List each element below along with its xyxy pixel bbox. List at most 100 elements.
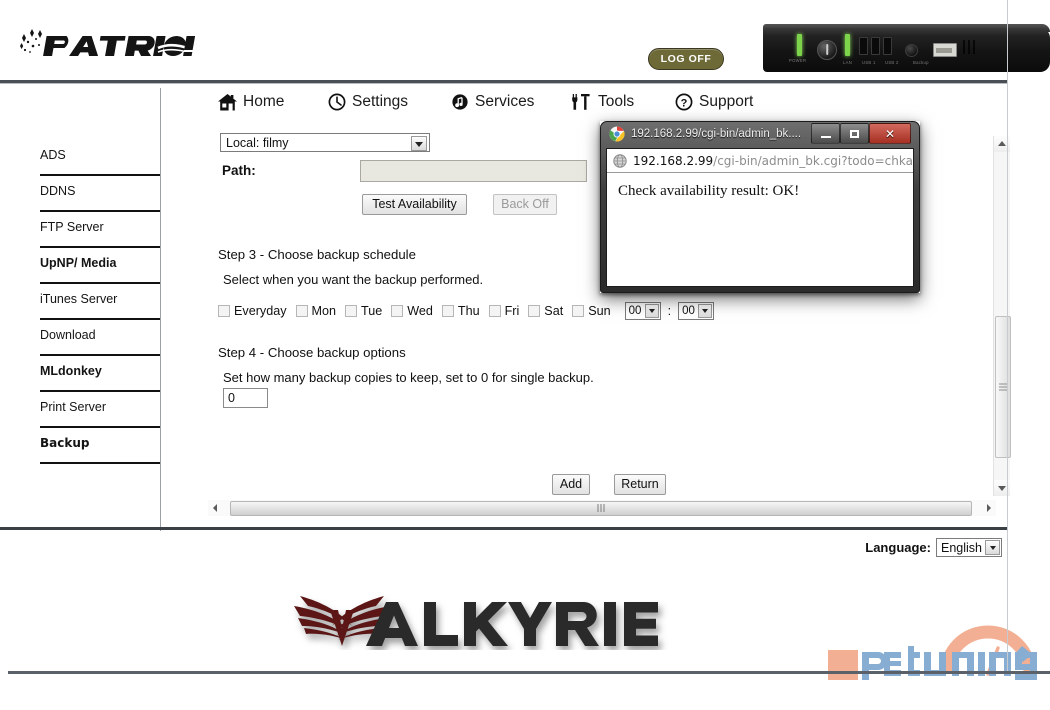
horizontal-scrollbar[interactable]: [208, 500, 996, 516]
path-label: Path:: [222, 163, 256, 178]
day-sat[interactable]: Sat: [528, 304, 563, 318]
sidebar-item-mldonkey[interactable]: MLdonkey: [40, 356, 160, 392]
day-wed-label: Wed: [407, 304, 433, 318]
tab-services[interactable]: Services: [451, 93, 534, 111]
day-fri[interactable]: Fri: [488, 304, 520, 318]
triangle-left-icon: [213, 504, 217, 512]
scroll-right-button[interactable]: [982, 500, 996, 516]
chrome-logo-icon: [609, 126, 625, 142]
page-root: LOG OFF POWER LAN USB 1 USB 2 Backup Hom…: [0, 0, 1050, 710]
language-label: Language:: [865, 540, 931, 555]
backup-source-select[interactable]: Local: filmy: [220, 133, 430, 152]
globe-icon: [613, 153, 627, 168]
language-selector-group: Language: English: [865, 538, 1002, 557]
sidebar-item-print-server[interactable]: Print Server: [40, 392, 160, 428]
triangle-right-icon: [987, 504, 991, 512]
tab-tools-label: Tools: [598, 93, 635, 110]
backup-source-value: Local: filmy: [226, 136, 289, 150]
wrench-hammer-icon: [570, 93, 592, 111]
log-off-button[interactable]: LOG OFF: [648, 48, 724, 70]
sidebar-item-ftp-server[interactable]: FTP Server: [40, 212, 160, 248]
sidebar-menu: ADS DDNS FTP Server UpNP/ Media iTunes S…: [40, 140, 160, 464]
tab-support-label: Support: [699, 93, 754, 110]
scroll-left-button[interactable]: [208, 500, 222, 516]
checkbox-everyday[interactable]: [218, 305, 230, 317]
popup-url-host: 192.168.2.99: [633, 153, 714, 168]
day-mon[interactable]: Mon: [295, 304, 337, 318]
checkbox-thu[interactable]: [441, 305, 454, 317]
sidebar-item-ddns[interactable]: DDNS: [40, 176, 160, 212]
chevron-down-icon[interactable]: [698, 304, 713, 318]
sidebar-item-backup[interactable]: Backup: [40, 428, 160, 464]
add-button[interactable]: Add: [552, 474, 590, 495]
day-sat-label: Sat: [544, 304, 564, 318]
minute-select[interactable]: 00: [678, 302, 715, 320]
hour-value: 00: [628, 305, 642, 317]
popup-url: 192.168.2.99/cgi-bin/admin_bk.cgi?todo=c…: [633, 154, 913, 168]
sidebar-item-itunes-server[interactable]: iTunes Server: [40, 284, 160, 320]
tab-home[interactable]: Home: [218, 93, 284, 111]
day-everyday-label: Everyday: [234, 304, 287, 318]
horizontal-scrollbar-thumb[interactable]: [230, 501, 972, 516]
sidebar-item-download[interactable]: Download: [40, 320, 160, 356]
popup-close-button[interactable]: ✕: [869, 123, 911, 144]
schedule-days-row: Everyday Mon Tue Wed Thu Fri Sat Sun 00 …: [218, 302, 715, 320]
chevron-down-icon[interactable]: [411, 136, 427, 151]
checkbox-wed[interactable]: [391, 305, 404, 317]
footer-divider: [0, 527, 1008, 530]
checkbox-tue[interactable]: [345, 305, 357, 317]
tab-settings-label: Settings: [352, 93, 409, 110]
day-thu[interactable]: Thu: [441, 304, 480, 318]
day-tue[interactable]: Tue: [345, 304, 382, 318]
return-button[interactable]: Return: [614, 474, 666, 495]
popup-address-bar[interactable]: 192.168.2.99/cgi-bin/admin_bk.cgi?todo=c…: [607, 149, 913, 173]
sidebar-item-ads[interactable]: ADS: [40, 140, 160, 176]
chrome-popup-window[interactable]: 192.168.2.99/cgi-bin/admin_bk.... ✕ 192.…: [600, 121, 920, 293]
hour-select[interactable]: 00: [624, 302, 661, 320]
test-availability-button[interactable]: Test Availability: [362, 194, 467, 215]
popup-minimize-button[interactable]: [811, 123, 840, 144]
backup-copies-input[interactable]: 0: [223, 388, 268, 408]
chevron-down-icon[interactable]: [644, 304, 659, 318]
step4-title: Step 4 - Choose backup options: [218, 345, 406, 360]
chevron-down-icon[interactable]: [985, 540, 1000, 555]
path-input[interactable]: [360, 160, 587, 182]
sidebar-item-upnp-media[interactable]: UpNP/ Media: [40, 248, 160, 284]
tab-tools[interactable]: Tools: [570, 93, 634, 111]
sidebar-divider: [160, 88, 161, 531]
language-value: English: [941, 541, 982, 555]
step3-subtitle: Select when you want the backup performe…: [223, 272, 484, 287]
day-sun[interactable]: Sun: [572, 304, 611, 318]
day-fri-label: Fri: [504, 304, 520, 318]
tab-settings[interactable]: Settings: [328, 93, 408, 111]
minute-value: 00: [682, 305, 695, 317]
question-mark-icon: ?: [675, 93, 693, 111]
day-sun-label: Sun: [588, 304, 611, 318]
day-mon-label: Mon: [311, 304, 337, 318]
checkbox-mon[interactable]: [295, 305, 308, 317]
page-right-edge: [1007, 0, 1008, 671]
valkyrie-logo: [292, 588, 692, 650]
language-select[interactable]: English: [936, 538, 1002, 557]
scrollbar-grip-icon: [597, 500, 606, 518]
day-wed[interactable]: Wed: [391, 304, 433, 318]
tab-home-label: Home: [243, 93, 285, 110]
svg-text:?: ?: [681, 97, 688, 109]
checkbox-fri[interactable]: [488, 305, 501, 317]
time-separator: :: [667, 304, 672, 318]
pctuning-watermark: [818, 612, 1043, 692]
checkbox-sat[interactable]: [528, 305, 541, 317]
checkbox-sun[interactable]: [572, 305, 585, 317]
popup-title-bar[interactable]: 192.168.2.99/cgi-bin/admin_bk.... ✕: [600, 121, 920, 148]
close-icon: ✕: [884, 126, 896, 141]
popup-result-message: Check availability result: OK!: [618, 183, 800, 199]
vertical-scrollbar-thumb[interactable]: [995, 316, 1011, 458]
clock-icon: [328, 93, 346, 111]
minimize-icon: [820, 135, 831, 138]
day-thu-label: Thu: [457, 304, 480, 318]
popup-maximize-button[interactable]: [840, 123, 869, 144]
step4-subtitle: Set how many backup copies to keep, set …: [223, 370, 594, 385]
day-everyday[interactable]: Everyday: [218, 304, 287, 318]
tab-support[interactable]: ? Support: [675, 93, 753, 111]
popup-content-area: Check availability result: OK!: [607, 173, 913, 286]
